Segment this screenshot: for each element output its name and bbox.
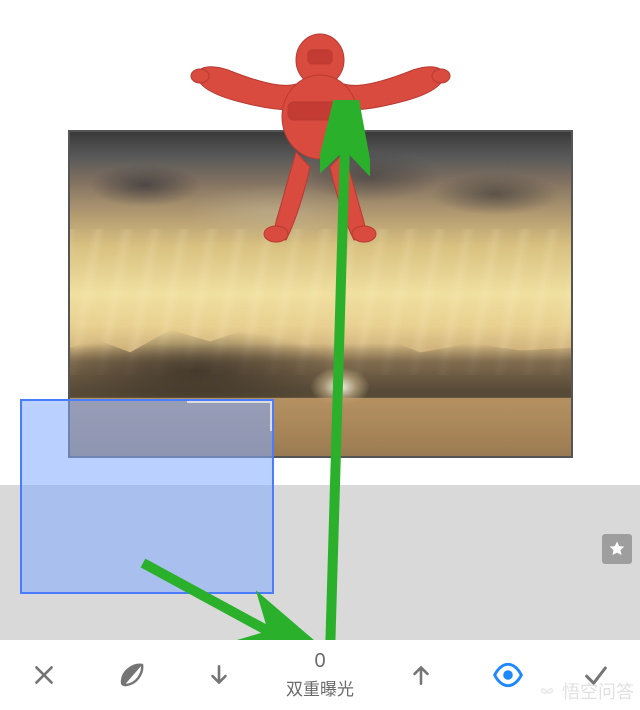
favorite-badge[interactable] — [602, 534, 632, 564]
slider-value: 0 — [314, 650, 325, 673]
tool-label: 双重曝光 — [286, 675, 354, 700]
watermark: 悟空问答 — [536, 678, 634, 704]
tool-value-display[interactable]: 0 双重曝光 — [263, 650, 377, 700]
move-down-button[interactable] — [175, 640, 263, 710]
watermark-text: 悟空问答 — [562, 678, 634, 704]
arrow-down-icon — [206, 662, 232, 688]
style-button[interactable] — [88, 640, 176, 710]
selection-handle[interactable] — [187, 401, 272, 431]
leaf-contrast-icon — [117, 660, 147, 690]
eye-icon — [492, 659, 524, 691]
cancel-button[interactable] — [0, 640, 88, 710]
move-up-button[interactable] — [377, 640, 465, 710]
arrow-up-icon — [408, 662, 434, 688]
editor-canvas[interactable] — [0, 0, 640, 640]
annotation-arrow-up — [320, 100, 370, 660]
close-icon — [31, 662, 57, 688]
infinity-icon — [536, 680, 558, 702]
star-icon — [608, 540, 626, 558]
